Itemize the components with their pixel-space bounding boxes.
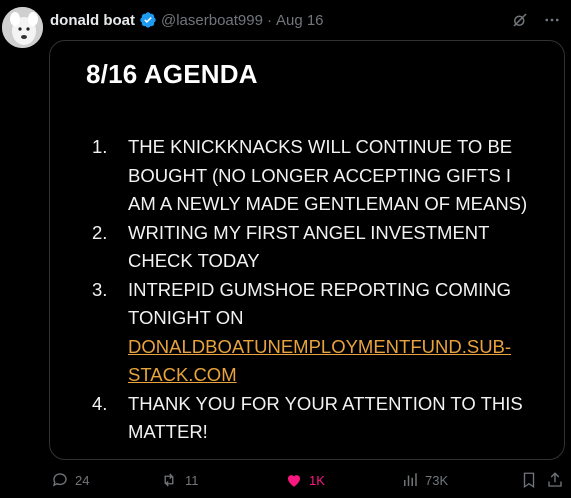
reply-button[interactable]: 24	[51, 471, 89, 489]
views-button[interactable]: 73K	[401, 471, 448, 489]
separator: ·	[266, 11, 272, 29]
like-count: 1K	[309, 472, 325, 488]
grok-icon[interactable]	[511, 11, 529, 29]
agenda-item: 1. THE KNICKKNACKS WILL CONTINUE TO BE B…	[92, 133, 532, 219]
repost-count: 11	[185, 472, 199, 488]
agenda-item-number: 4.	[92, 392, 108, 414]
bookmark-button[interactable]	[520, 471, 538, 489]
bookmark-icon	[520, 471, 538, 489]
display-name[interactable]: donald boat	[50, 12, 135, 29]
agenda-item-text: THANK YOU FOR YOUR ATTENTION TO THIS MAT…	[128, 392, 523, 443]
action-bar: 24 11 1K 73K	[49, 469, 563, 491]
avatar[interactable]	[2, 7, 43, 48]
agenda-item-text: INTREPID GUMSHOE REPORTING COMING TONIGH…	[128, 278, 512, 329]
reply-icon	[51, 471, 69, 489]
agenda-item-number: 2.	[92, 221, 108, 243]
repost-button[interactable]: 11	[159, 471, 199, 489]
agenda-image-card[interactable]: 8/16 AGENDA 1. THE KNICKKNACKS WILL CONT…	[49, 40, 565, 460]
agenda-item-number: 1.	[92, 136, 108, 157]
more-icon[interactable]	[543, 11, 561, 29]
agenda-list: 1. THE KNICKKNACKS WILL CONTINUE TO BE B…	[92, 133, 532, 447]
share-icon	[546, 471, 564, 489]
substack-link-continued: STACK.COM	[128, 364, 237, 385]
agenda-item: 3. INTREPID GUMSHOE REPORTING COMING TON…	[92, 276, 532, 390]
like-button[interactable]: 1K	[285, 471, 325, 489]
agenda-item-number: 3.	[92, 278, 108, 300]
like-icon	[285, 471, 303, 489]
views-count: 73K	[425, 472, 449, 488]
repost-icon	[159, 471, 179, 489]
substack-link: DONALDBOATUNEMPLOYMENTFUND.SUB-	[128, 335, 512, 357]
tweet-date[interactable]: Aug 16	[276, 12, 324, 29]
views-icon	[401, 471, 419, 489]
reply-count: 24	[75, 472, 90, 488]
tweet-header: donald boat @laserboat999 · Aug 16	[50, 9, 561, 31]
agenda-title: 8/16 AGENDA	[86, 59, 258, 89]
agenda-item-text: THE KNICKKNACKS WILL CONTINUE TO BE BOUG…	[128, 136, 528, 214]
verified-badge-icon	[139, 11, 157, 29]
agenda-item: 4. THANK YOU FOR YOUR ATTENTION TO THIS …	[92, 390, 532, 447]
agenda-item-text: WRITING MY FIRST ANGEL INVESTMENT CHECK …	[128, 221, 490, 272]
share-button[interactable]	[546, 471, 564, 489]
agenda-item: 2. WRITING MY FIRST ANGEL INVESTMENT CHE…	[92, 219, 532, 276]
handle[interactable]: @laserboat999	[161, 12, 263, 29]
